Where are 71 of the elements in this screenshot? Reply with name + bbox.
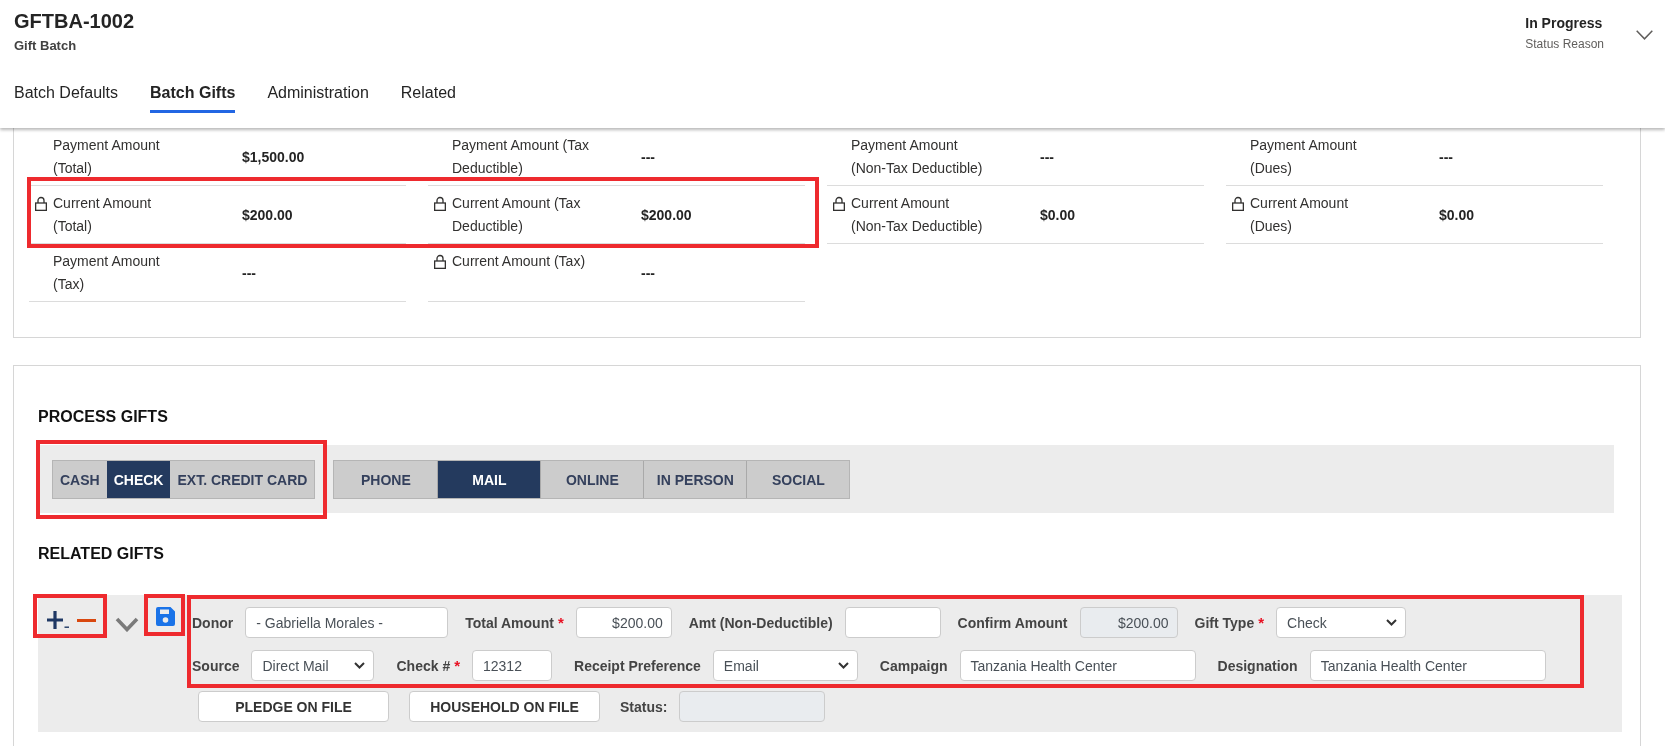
field-label: Current Amount (Tax Deductible) — [452, 194, 582, 236]
status-label: Status Reason — [1525, 36, 1604, 52]
section-title: PROCESS GIFTS — [38, 407, 169, 427]
chevron-down-icon — [354, 662, 366, 669]
input-field[interactable]: - Gabriella Morales - — [245, 607, 449, 638]
field-value: --- — [641, 265, 655, 281]
field-label: Campaign — [879, 657, 948, 674]
tab[interactable]: Batch Gifts — [150, 83, 236, 113]
tab[interactable]: Administration — [267, 83, 369, 113]
record-type: Gift Batch — [14, 37, 78, 55]
field-label: Amt (Non-Deductible) — [688, 614, 833, 631]
dropdown-field[interactable]: Email — [712, 650, 858, 681]
tab[interactable]: Related — [400, 83, 456, 113]
record-title: GFTBA-1002 — [14, 9, 135, 34]
field-label: Confirm Amount — [957, 614, 1068, 631]
required-mark: * — [1258, 614, 1264, 631]
field-label: Status: — [620, 698, 668, 715]
field-label: Designation — [1217, 657, 1298, 674]
option-button[interactable]: SOCIAL — [746, 461, 850, 498]
field-label: Receipt Preference — [574, 657, 701, 674]
option-button[interactable]: MAIL — [437, 461, 541, 498]
input-field[interactable]: Tanzania Health Center — [959, 650, 1196, 681]
field-label: Payment Amount (Total) — [53, 136, 161, 178]
option-button[interactable]: IN PERSON — [643, 461, 747, 498]
plus-icon[interactable] — [47, 611, 69, 629]
field-label: Donor — [192, 614, 234, 631]
chevron-down-icon — [1386, 619, 1397, 626]
field-value: --- — [641, 149, 655, 165]
field-label: Payment Amount (Non-Tax Deductible) — [851, 136, 984, 178]
field-label: Gift Type — [1194, 614, 1255, 631]
field-label: Current Amount (Total) — [53, 194, 153, 236]
option-button[interactable]: EXT. CREDIT CARD — [170, 461, 315, 498]
dropdown-field[interactable]: Direct Mail — [251, 650, 375, 681]
field-label: Payment Amount (Tax) — [53, 252, 161, 294]
chevron-down-icon — [837, 662, 849, 669]
field-label: Payment Amount (Tax Deductible) — [452, 136, 590, 178]
status-value: In Progress — [1525, 14, 1604, 32]
option-button[interactable]: CASH — [53, 461, 107, 498]
save-icon[interactable] — [156, 607, 175, 626]
option-button[interactable]: PHONE — [334, 461, 438, 498]
option-button[interactable]: ONLINE — [540, 461, 644, 498]
minus-icon[interactable] — [77, 618, 96, 622]
action-button[interactable]: PLEDGE ON FILE — [198, 691, 389, 722]
field-value: $200.00 — [242, 207, 293, 223]
tab[interactable]: Batch Defaults — [14, 83, 119, 113]
required-mark: * — [557, 614, 564, 631]
chevron-down-icon[interactable] — [115, 617, 139, 632]
field-label: Current Amount (Non-Tax Deductible) — [851, 194, 984, 236]
input-field[interactable] — [844, 607, 941, 638]
option-button[interactable]: CHECK — [106, 461, 171, 498]
field-label: Current Amount (Dues) — [1250, 194, 1350, 236]
input-field[interactable]: Tanzania Health Center — [1309, 650, 1546, 681]
field-label: Check # — [396, 657, 451, 674]
input-field[interactable]: 12312 — [472, 650, 552, 681]
field-value: --- — [242, 265, 256, 281]
chevron-down-icon[interactable] — [1636, 30, 1653, 40]
field-label: Total Amount — [465, 614, 554, 631]
input-field[interactable]: $200.00 — [575, 607, 672, 638]
dropdown-field[interactable]: Check — [1276, 607, 1406, 638]
field-value: --- — [1439, 149, 1453, 165]
field-value: $0.00 — [1040, 207, 1076, 223]
section-title: RELATED GIFTS — [38, 544, 165, 564]
field-value: --- — [1040, 149, 1054, 165]
field-label: Source — [192, 657, 240, 674]
field-label: Current Amount (Tax) — [452, 252, 587, 271]
action-button[interactable]: HOUSEHOLD ON FILE — [409, 691, 600, 722]
field-label: Payment Amount (Dues) — [1250, 136, 1358, 178]
field-value: $200.00 — [641, 207, 692, 223]
required-mark: * — [454, 657, 460, 674]
field-value: $1,500.00 — [242, 149, 305, 165]
field-value: $0.00 — [1439, 207, 1475, 223]
